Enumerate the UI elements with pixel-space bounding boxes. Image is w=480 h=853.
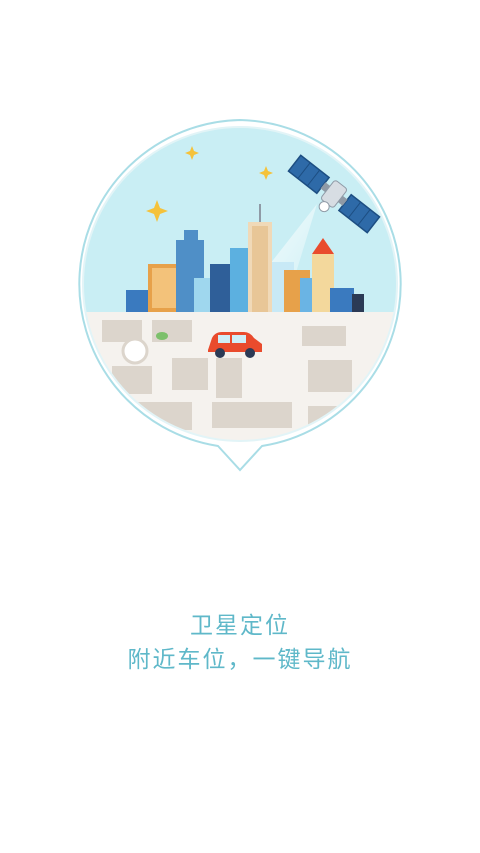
splash-title: 卫星定位	[190, 613, 290, 639]
splash-subtitle: 附近车位，一键导航	[127, 647, 353, 673]
satellite-location-illustration	[72, 112, 408, 472]
